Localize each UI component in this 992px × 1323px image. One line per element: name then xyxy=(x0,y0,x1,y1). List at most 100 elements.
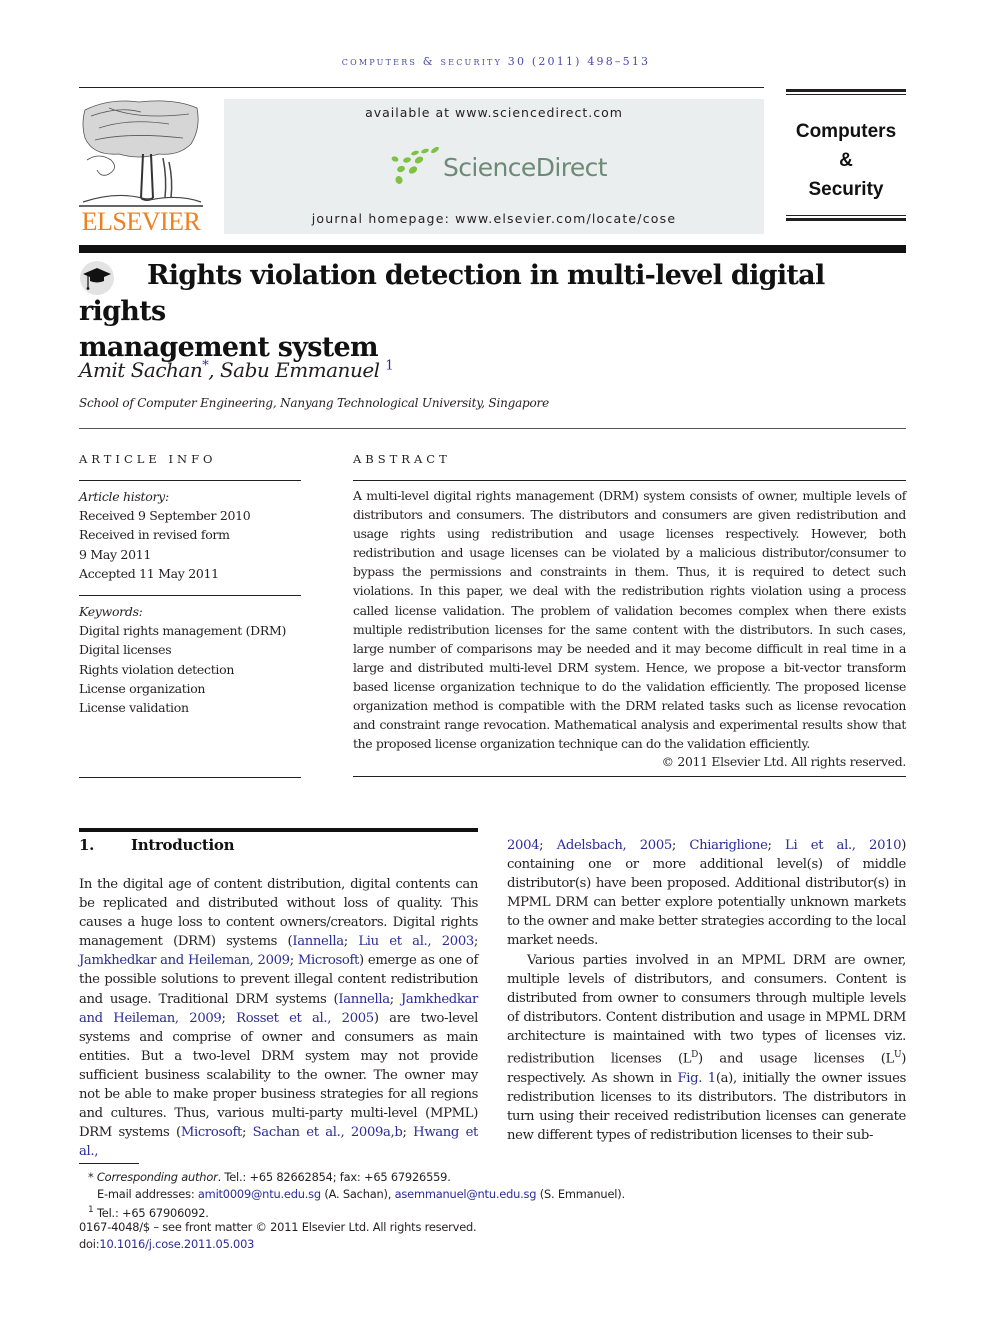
doi-link[interactable]: 10.1016/j.cose.2011.05.003 xyxy=(99,1237,254,1251)
journal-name-line: Security xyxy=(808,179,884,200)
abstract-text: A multi-level digital rights management … xyxy=(353,488,906,752)
corresponding-label: Corresponding author xyxy=(96,1170,218,1184)
paragraph: In the digital age of content distributi… xyxy=(79,875,478,1161)
author-name: Sabu Emmanuel xyxy=(219,358,380,382)
text: ) and usage licenses (L xyxy=(698,1051,894,1067)
article-info-rule xyxy=(79,480,301,481)
paragraph: Various parties involved in an MPML DRM … xyxy=(507,951,906,1145)
history-item: 9 May 2011 xyxy=(79,546,152,562)
front-matter: 0167-4048/$ – see front matter © 2011 El… xyxy=(79,1220,477,1234)
text: ) containing one or more additional leve… xyxy=(507,838,907,949)
footnote-emails: E-mail addresses: amit0009@ntu.edu.sg (A… xyxy=(97,1186,625,1202)
keywords-rule xyxy=(79,595,301,596)
email-link[interactable]: amit0009@ntu.edu.sg xyxy=(198,1187,321,1201)
history-label: Article history: xyxy=(79,489,169,504)
figure-link[interactable]: Fig. 1 xyxy=(678,1071,717,1086)
author-list: Amit Sachan*, Sabu Emmanuel 1 xyxy=(79,358,394,382)
article-title: Rights violation detection in multi-leve… xyxy=(79,258,906,366)
journal-name-line: Computers xyxy=(795,121,897,142)
email-label: E-mail addresses: xyxy=(97,1187,198,1201)
email-link[interactable]: asemmanuel@ntu.edu.sg xyxy=(395,1187,537,1201)
text: ; xyxy=(343,934,359,950)
citation-link[interactable]: Rosset et al., 2005 xyxy=(236,1011,374,1026)
abstract-rule xyxy=(353,480,906,481)
keywords-label: Keywords: xyxy=(79,604,143,619)
sciencedirect-logo[interactable]: ScienceDirect xyxy=(389,147,609,187)
footnote-corresponding: * Corresponding author. Tel.: +65 826628… xyxy=(88,1169,451,1185)
doi-line: doi:10.1016/j.cose.2011.05.003 xyxy=(79,1236,254,1252)
citation-link[interactable]: 2004 xyxy=(507,838,540,853)
abstract-heading: ABSTRACT xyxy=(353,452,451,466)
keyword-item: License validation xyxy=(79,700,189,716)
superscript: D xyxy=(691,1050,699,1061)
author-separator: , xyxy=(208,358,220,382)
contact-text: . Tel.: +65 82662854; fax: +65 67926559. xyxy=(217,1170,451,1184)
body-column-left: In the digital age of content distributi… xyxy=(79,875,478,1161)
keyword-item: Digital licenses xyxy=(79,642,172,658)
sciencedirect-banner: available at www.sciencedirect.com Scien… xyxy=(224,99,764,234)
citation-link[interactable]: Iannella xyxy=(292,934,344,949)
email-owner: (S. Emmanuel). xyxy=(536,1187,625,1201)
text: ; xyxy=(402,1125,414,1141)
masthead-top-rule xyxy=(79,87,764,88)
citation-link[interactable]: Chiariglione xyxy=(689,838,767,853)
journal-name-line: & xyxy=(839,150,853,171)
citation-link[interactable]: Li et al., 2010 xyxy=(785,838,902,853)
section-number: 1. xyxy=(79,836,95,854)
text: ; xyxy=(221,1010,237,1026)
footnote-1: 1 Tel.: +65 67906092. xyxy=(88,1202,209,1221)
citation-link[interactable]: Adelsbach, 2005 xyxy=(557,838,673,853)
header-divider xyxy=(79,428,906,429)
article-history: Article history: Received 9 September 20… xyxy=(79,487,319,583)
abstract-copyright: © 2011 Elsevier Ltd. All rights reserved… xyxy=(661,754,907,769)
author-name: Amit Sachan xyxy=(79,358,203,382)
citation-link[interactable]: Sachan et al., 2009a,b xyxy=(253,1125,403,1140)
article-info-bottom-rule xyxy=(79,777,301,778)
keyword-item: License organization xyxy=(79,680,206,696)
journal-rule-bottom xyxy=(786,215,906,221)
body-column-right: 2004; Adelsbach, 2005; Chiariglione; Li … xyxy=(507,836,906,1145)
history-item: Received 9 September 2010 xyxy=(79,508,251,524)
masthead-divider xyxy=(79,245,906,253)
text: ; xyxy=(289,953,298,969)
text: Various parties involved in an MPML DRM … xyxy=(507,952,906,1067)
text: ; xyxy=(473,934,479,950)
text: ; xyxy=(389,991,401,1007)
footnote-text: Tel.: +65 67906092. xyxy=(93,1205,209,1220)
keyword-item: Rights violation detection xyxy=(79,661,235,677)
abstract-bottom-rule xyxy=(353,776,906,777)
history-item: Accepted 11 May 2011 xyxy=(79,565,219,581)
text: ; xyxy=(671,838,690,853)
elsevier-tree-icon xyxy=(79,100,203,207)
history-item: Received in revised form xyxy=(79,527,230,543)
title-line: Rights violation detection in multi-leve… xyxy=(79,260,825,327)
text: ; xyxy=(767,838,786,853)
section-heading: 1. Introduction xyxy=(79,836,235,854)
keyword-item: Digital rights management (DRM) xyxy=(79,623,287,639)
section-rule xyxy=(79,828,478,832)
text: ; xyxy=(241,1125,253,1141)
citation-link[interactable]: Liu et al., 2003 xyxy=(358,934,474,949)
citation-link[interactable]: Microsoft xyxy=(298,953,359,968)
journal-rule-top xyxy=(786,89,906,95)
footnote-mark[interactable]: 1 xyxy=(385,358,393,373)
available-at-text[interactable]: available at www.sciencedirect.com xyxy=(224,105,764,120)
doi-label: doi: xyxy=(79,1237,100,1251)
email-owner: (A. Sachan), xyxy=(320,1187,395,1201)
text: ; xyxy=(539,838,557,853)
citation-link[interactable]: Microsoft xyxy=(181,1125,242,1140)
citation-link[interactable]: Jamkhedkar and Heileman, 2009 xyxy=(79,953,290,968)
elsevier-wordmark: ELSEVIER xyxy=(81,207,201,236)
affiliation: School of Computer Engineering, Nanyang … xyxy=(79,396,549,410)
running-header: computers & security 30 (2011) 498–513 xyxy=(341,55,651,68)
footnote-rule xyxy=(79,1163,139,1164)
sciencedirect-wordmark: ScienceDirect xyxy=(443,153,608,182)
citation-link[interactable]: Iannella xyxy=(338,992,390,1007)
elsevier-logo[interactable]: ELSEVIER xyxy=(79,98,203,236)
text: ) are two-level systems and comprise of … xyxy=(79,1010,478,1141)
sciencedirect-dots-icon xyxy=(391,147,439,184)
section-title: Introduction xyxy=(131,836,235,854)
article-info-heading: ARTICLE INFO xyxy=(79,452,217,466)
journal-homepage-text[interactable]: journal homepage: www.elsevier.com/locat… xyxy=(224,211,764,226)
paragraph: 2004; Adelsbach, 2005; Chiariglione; Li … xyxy=(507,836,906,951)
